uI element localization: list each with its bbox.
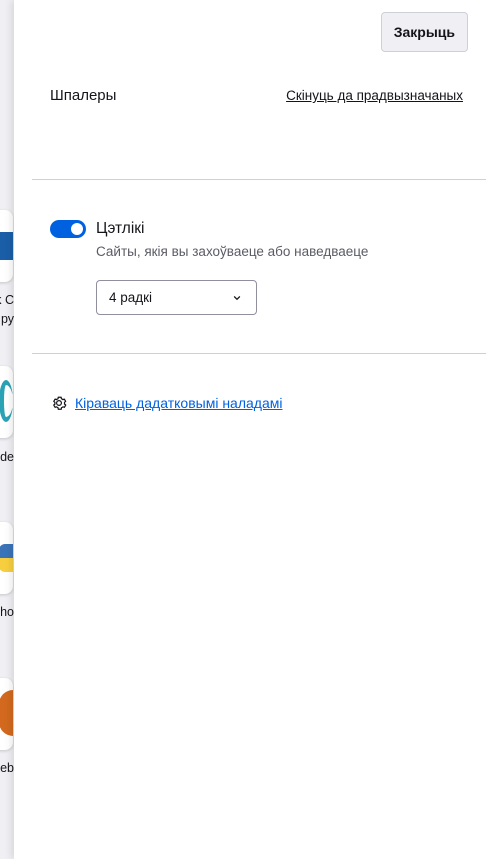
divider (32, 353, 486, 354)
wallpaper-row: Шпалеры Скінуць да прадвызначаных (50, 87, 463, 104)
gear-icon (53, 396, 67, 410)
background-tile-label: ode (0, 450, 14, 464)
shortcut-rows-value: 4 радкі (109, 290, 153, 305)
background-tile-label: ру (0, 312, 14, 326)
reset-wallpaper-link[interactable]: Скінуць да прадвызначаных (286, 88, 463, 103)
shortcuts-toggle-label: Цэтлікі (96, 220, 145, 237)
shortcut-rows-select[interactable]: 4 радкі (96, 280, 257, 315)
close-button[interactable]: Закрыць (380, 12, 468, 52)
toggle-knob (71, 223, 83, 235)
background-tile-label: k C (0, 293, 14, 307)
background-tile[interactable] (0, 366, 13, 438)
background-tile[interactable] (0, 678, 13, 750)
site-logo-icon (0, 690, 13, 736)
manage-more-settings[interactable]: Кіраваць дадатковымі наладамі (50, 394, 282, 412)
site-logo-icon (0, 232, 13, 260)
background-tile-label: ho (0, 605, 14, 619)
background-tile[interactable] (0, 210, 13, 282)
manage-more-settings-link[interactable]: Кіраваць дадатковымі наладамі (75, 395, 282, 411)
chevron-down-icon (233, 295, 241, 300)
wallpaper-title: Шпалеры (50, 87, 117, 104)
shortcuts-toggle[interactable] (50, 220, 86, 238)
background-tile[interactable] (0, 522, 13, 594)
site-logo-icon (0, 380, 13, 422)
site-logo-icon (0, 544, 13, 572)
shortcuts-description: Сайты, якія вы захоўваеце або наведваеце (96, 244, 369, 259)
divider (32, 179, 486, 180)
customize-panel: Закрыць Шпалеры Скінуць да прадвызначаны… (14, 0, 486, 859)
background-tile-label: teb (0, 761, 14, 775)
background-page: k C ру ode ho teb (0, 0, 14, 859)
